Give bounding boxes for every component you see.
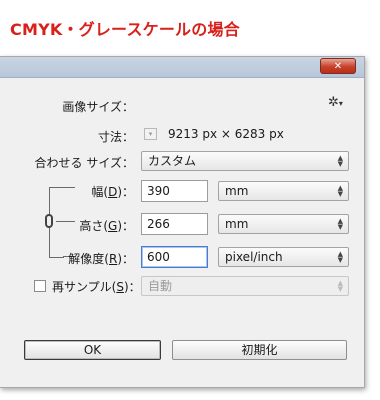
resample-label-post: )：: [123, 280, 141, 294]
resolution-label-post: )：: [117, 252, 134, 266]
resolution-unit-value: pixel/inch: [225, 250, 283, 264]
width-label-pre: 幅(: [91, 185, 109, 199]
fit-to-select[interactable]: カスタム ▲ ▼: [141, 151, 349, 171]
width-label-post: )：: [117, 185, 134, 199]
height-unit-value: mm: [225, 217, 249, 231]
height-label-post: )：: [117, 219, 134, 233]
resample-label-pre: 再サンプル(: [52, 280, 117, 294]
height-label: 高さ(G)：: [70, 217, 134, 234]
gear-icon[interactable]: ✲▾: [328, 95, 343, 110]
select-arrows-icon: ▲ ▼: [337, 217, 343, 231]
height-label-key: G: [108, 219, 118, 233]
resolution-label: 解像度(R)：: [60, 250, 134, 267]
height-label-pre: 高さ(: [79, 219, 108, 233]
select-arrows-icon: ▲ ▼: [337, 154, 343, 168]
height-unit-select[interactable]: mm ▲ ▼: [218, 214, 349, 234]
dimensions-label: 寸法：: [97, 130, 134, 144]
page-caption: CMYK・グレースケールの場合: [10, 20, 240, 39]
width-input[interactable]: 390: [141, 180, 208, 202]
close-button[interactable]: ✕: [320, 58, 356, 74]
title-bar[interactable]: ✕: [0, 57, 364, 78]
resample-label: 再サンプル(S)：: [52, 278, 141, 295]
width-unit-value: mm: [225, 184, 249, 198]
resolution-label-pre: 解像度(: [68, 252, 109, 266]
width-label: 幅(D)：: [70, 183, 134, 200]
fit-to-value: カスタム: [148, 154, 197, 168]
image-size-dialog: ✕ 画像サイズ： ✲▾ 寸法： ▾ 9213 px × 6283 px 合わせる…: [0, 56, 365, 388]
height-input[interactable]: 266: [141, 213, 208, 235]
ok-button[interactable]: OK: [24, 340, 161, 360]
width-label-key: D: [108, 185, 118, 199]
dimensions-unit-toggle[interactable]: ▾: [144, 128, 157, 140]
reset-button[interactable]: 初期化: [172, 340, 347, 360]
resample-label-key: S: [116, 280, 124, 294]
select-arrows-icon: ▲ ▼: [337, 279, 343, 293]
resolution-input[interactable]: 600: [141, 246, 208, 268]
resample-value: 自動: [148, 279, 173, 293]
fit-to-label: 合わせる サイズ：: [34, 156, 134, 170]
resample-select[interactable]: 自動 ▲ ▼: [141, 276, 349, 296]
dimensions-value: 9213 px × 6283 px: [168, 127, 284, 141]
chain-link-icon[interactable]: [45, 214, 53, 228]
select-arrows-icon: ▲ ▼: [337, 250, 343, 264]
resample-checkbox[interactable]: [34, 280, 46, 292]
width-unit-select[interactable]: mm ▲ ▼: [218, 181, 349, 201]
image-size-label: 画像サイズ：: [62, 100, 134, 114]
resolution-unit-select[interactable]: pixel/inch ▲ ▼: [218, 247, 349, 267]
select-arrows-icon: ▲ ▼: [337, 184, 343, 198]
